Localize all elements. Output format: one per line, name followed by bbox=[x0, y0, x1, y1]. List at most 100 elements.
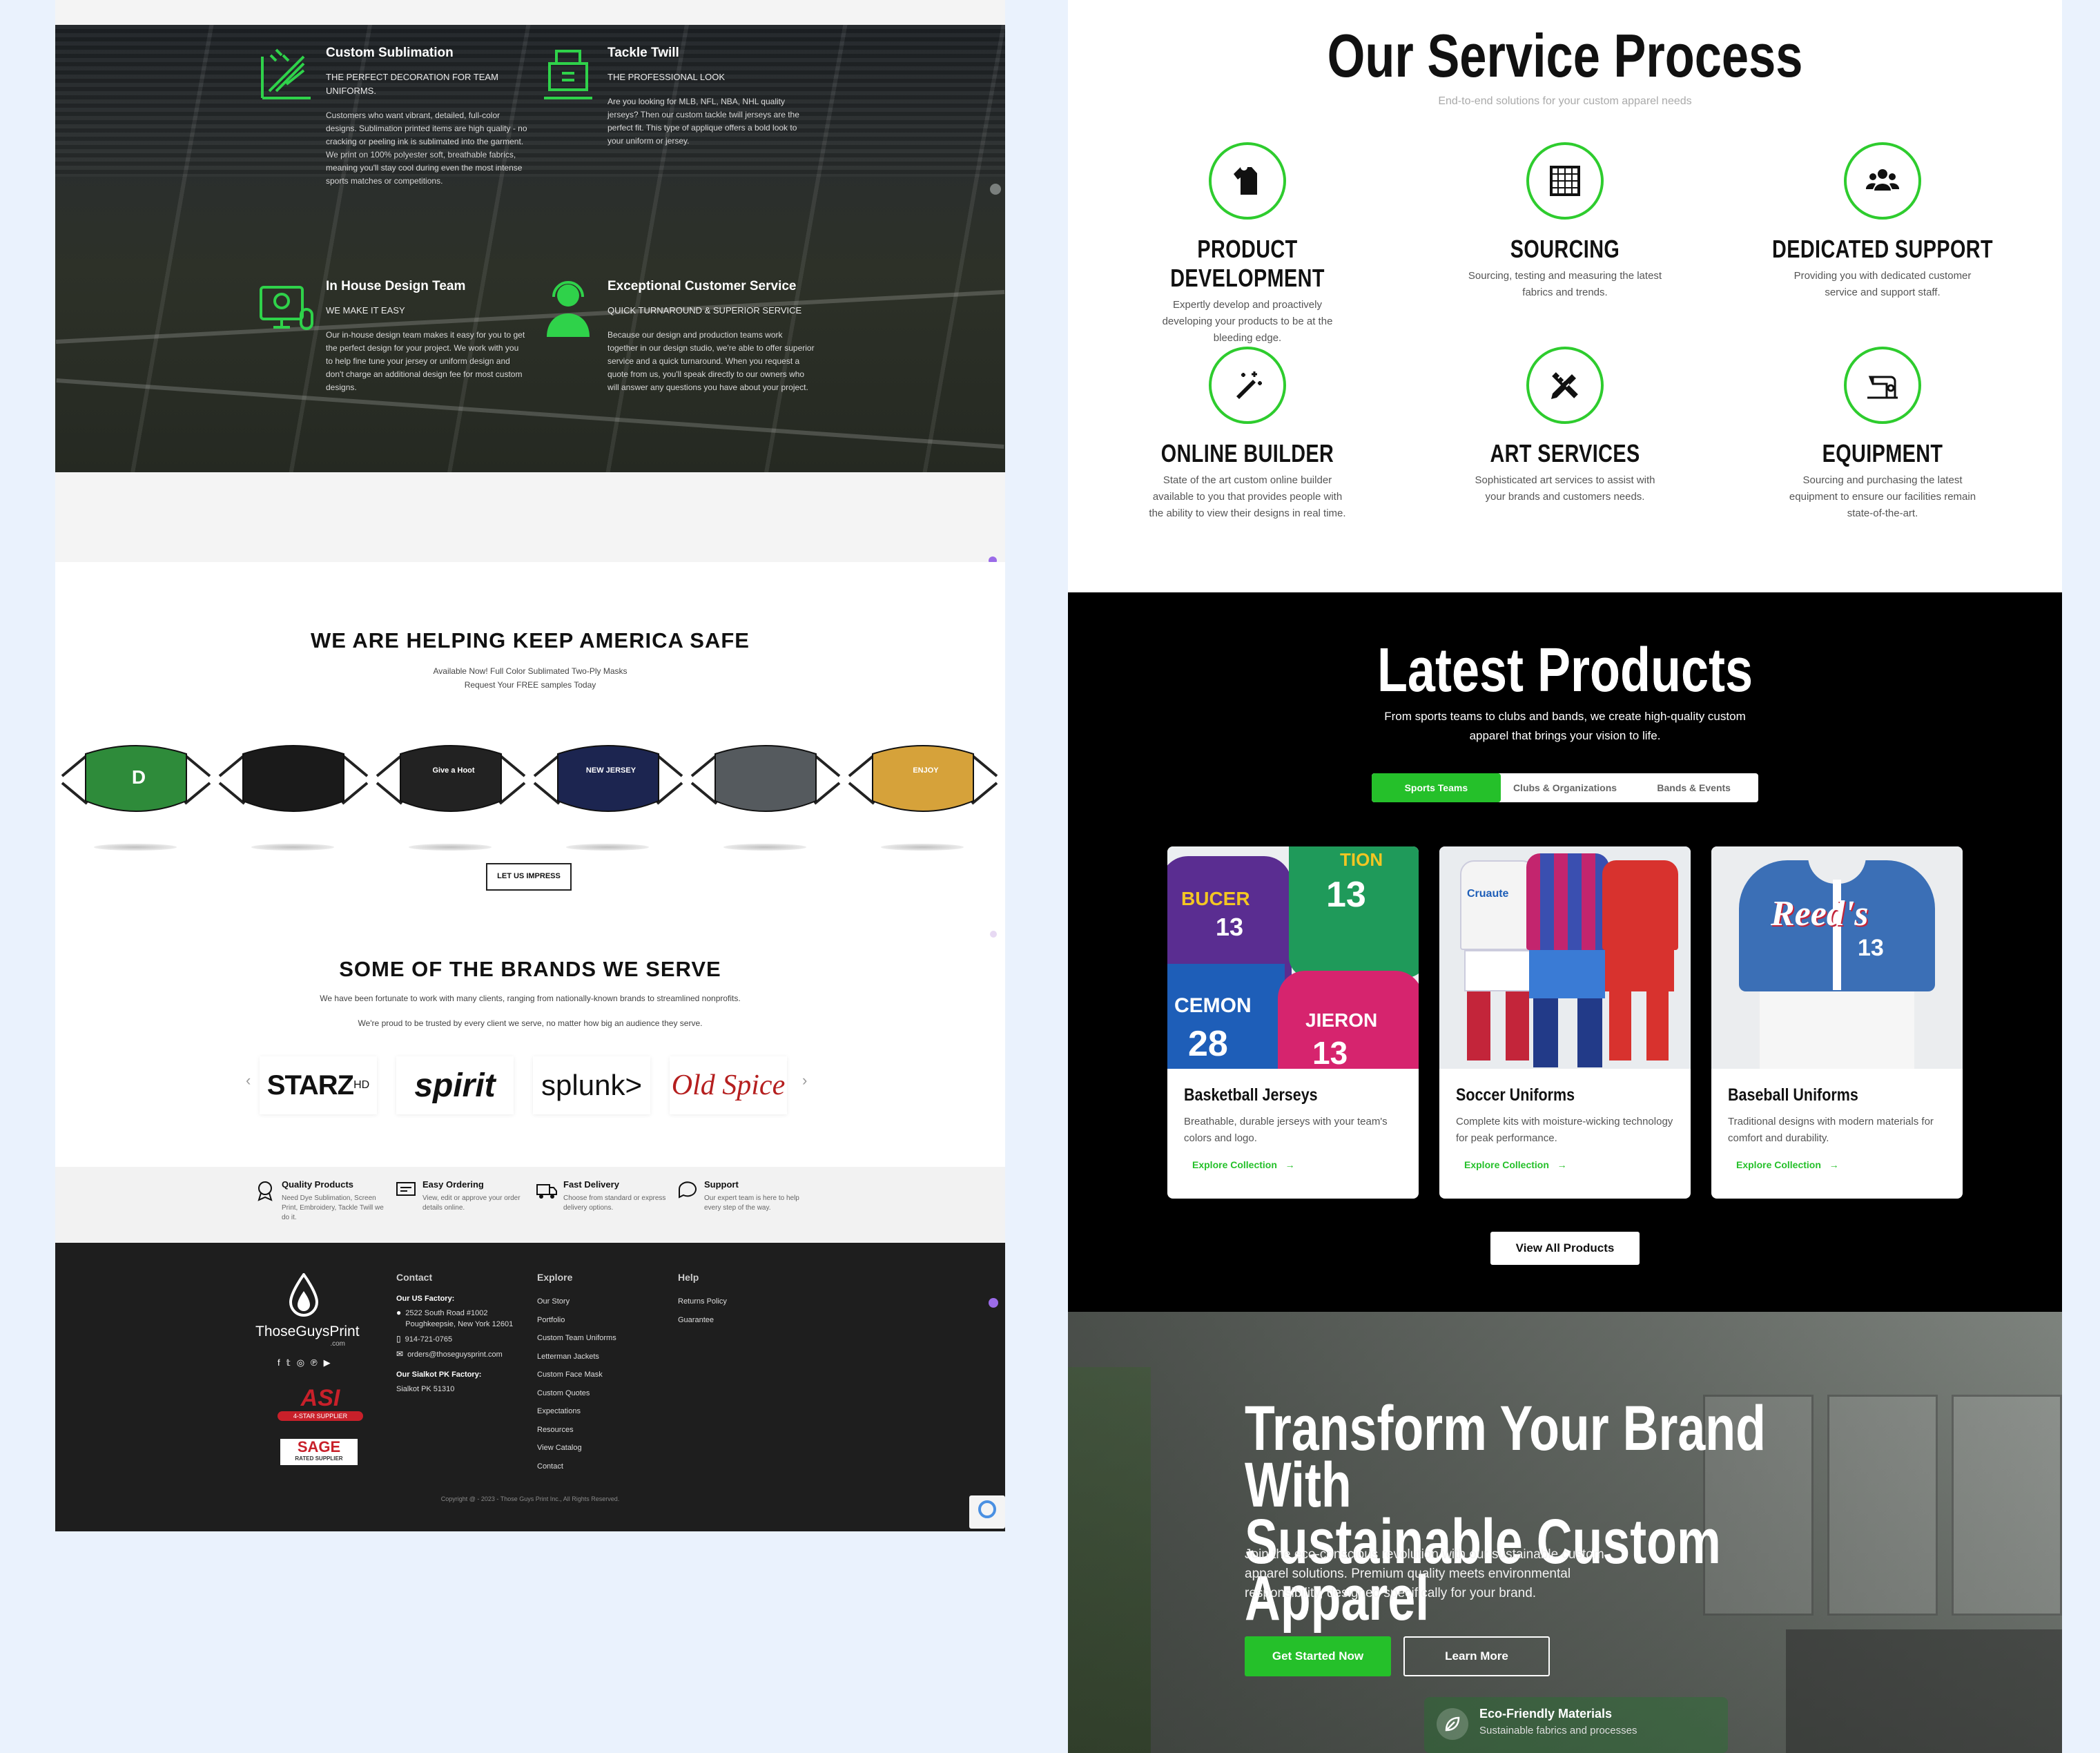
latest-products-section: Latest Products From sports teams to clu… bbox=[1068, 592, 2062, 1312]
delivery-icon bbox=[536, 1184, 557, 1199]
quality-icon bbox=[257, 1181, 273, 1201]
mask-shadow bbox=[881, 844, 964, 851]
footer-explore-link[interactable]: Expectations bbox=[537, 1402, 661, 1421]
brands-prev-arrow[interactable]: ‹ bbox=[246, 1072, 251, 1089]
chat-dot[interactable] bbox=[989, 1298, 998, 1308]
feature-subtitle: THE PROFESSIONAL LOOK bbox=[607, 72, 726, 82]
face-mask-item[interactable] bbox=[689, 728, 842, 859]
footer-explore-link[interactable]: View Catalog bbox=[537, 1439, 661, 1457]
footer-email[interactable]: orders@thoseguysprint.com bbox=[407, 1349, 503, 1360]
face-mask-item[interactable] bbox=[217, 728, 370, 859]
facebook-icon[interactable]: f bbox=[278, 1357, 280, 1368]
instagram-icon[interactable]: ◎ bbox=[297, 1357, 304, 1368]
card-text: Breathable, durable jerseys with your te… bbox=[1184, 1116, 1388, 1144]
footer-explore-link[interactable]: Custom Team Uniforms bbox=[537, 1329, 661, 1348]
face-mask-item[interactable]: D bbox=[59, 728, 213, 859]
eco-badge-title: Eco-Friendly Materials bbox=[1479, 1707, 1613, 1721]
footer-logo: ThoseGuysPrint .com bbox=[255, 1272, 360, 1348]
service-text: Expertly develop and proactively develop… bbox=[1162, 299, 1333, 344]
feature-text: Our in-house design team makes it easy f… bbox=[326, 330, 525, 392]
mask-shadow bbox=[723, 844, 806, 851]
let-us-impress-button[interactable]: LET US IMPRESS bbox=[486, 863, 572, 891]
pencil-ruler-icon bbox=[1551, 372, 1578, 399]
ordering-icon bbox=[396, 1182, 416, 1196]
field-line bbox=[56, 378, 1004, 449]
feature-subtitle: WE MAKE IT EASY bbox=[326, 305, 405, 316]
baseball-uniforms-image: Reed's 13 bbox=[1711, 846, 1963, 1069]
masks-title: WE ARE HELPING KEEP AMERICA SAFE bbox=[311, 628, 750, 652]
perk-item: Support Our expert team is here to help e… bbox=[677, 1179, 808, 1213]
customer-service-icon bbox=[547, 281, 590, 337]
product-card-soccer[interactable]: Cruaute Soccer Uniforms Complete kits wi… bbox=[1439, 846, 1691, 1199]
droplet-logo-icon bbox=[289, 1272, 319, 1317]
face-mask-item[interactable]: ENJOY bbox=[846, 728, 1000, 859]
brand-logo-text: spirit bbox=[414, 1067, 496, 1104]
perk-text: View, edit or approve your order details… bbox=[422, 1194, 521, 1212]
footer-explore-link[interactable]: Our Story bbox=[537, 1292, 661, 1311]
brand-starz: STARZ HD bbox=[260, 1056, 377, 1114]
perk-title: Support bbox=[704, 1179, 739, 1190]
footer-explore-link[interactable]: Resources bbox=[537, 1421, 661, 1440]
service-text: State of the art custom online builder a… bbox=[1149, 474, 1346, 519]
feature-text: Customers who want vibrant, detailed, fu… bbox=[326, 110, 527, 186]
service-icon-circle bbox=[1526, 142, 1604, 220]
scroll-dot[interactable] bbox=[990, 184, 1001, 195]
perk-title: Easy Ordering bbox=[422, 1179, 484, 1190]
face-mask-image bbox=[848, 745, 998, 812]
service-icon-circle bbox=[1209, 347, 1286, 424]
explore-collection-link[interactable]: Explore Collection → bbox=[1736, 1159, 1963, 1170]
footer-explore-link[interactable]: Custom Face Mask bbox=[537, 1366, 661, 1384]
card-text: Complete kits with moisture-wicking tech… bbox=[1456, 1116, 1673, 1144]
soccer-uniforms-image: Cruaute bbox=[1439, 846, 1691, 1069]
face-mask-item[interactable]: NEW JERSEY bbox=[532, 728, 685, 859]
service-title: DEDICATED SUPPORT bbox=[1772, 235, 1993, 263]
footer-explore-link[interactable]: Contact bbox=[537, 1457, 661, 1476]
chat-dot[interactable] bbox=[990, 931, 997, 938]
tab-bands-events[interactable]: Bands & Events bbox=[1629, 773, 1758, 802]
brand-logo-text: Old Spice bbox=[671, 1069, 786, 1101]
footer-phone[interactable]: 914-721-0765 bbox=[405, 1334, 453, 1345]
perk-item: Quality Products Need Dye Sublimation, Sc… bbox=[254, 1179, 385, 1223]
service-art-services: ART SERVICES Sophisticated art services … bbox=[1420, 347, 1710, 505]
get-started-button[interactable]: Get Started Now bbox=[1245, 1636, 1391, 1676]
footer-explore-link[interactable]: Portfolio bbox=[537, 1311, 661, 1330]
mask-print-text: Give a Hoot bbox=[432, 766, 475, 775]
brands-next-arrow[interactable]: › bbox=[802, 1072, 807, 1089]
asi-badge: ASI 4-STAR SUPPLIER bbox=[278, 1385, 363, 1426]
arrow-right-icon: → bbox=[1285, 1159, 1295, 1170]
service-icon-circle bbox=[1844, 142, 1921, 220]
masks-section: WE ARE HELPING KEEP AMERICA SAFE Availab… bbox=[55, 562, 1005, 1167]
tab-clubs-organizations[interactable]: Clubs & Organizations bbox=[1501, 773, 1630, 802]
service-title: ART SERVICES bbox=[1490, 439, 1640, 467]
top-strip bbox=[55, 0, 1005, 25]
process-title: Our Service Process bbox=[1327, 21, 1803, 90]
explore-collection-link[interactable]: Explore Collection → bbox=[1192, 1159, 1419, 1170]
perks-bar: Quality Products Need Dye Sublimation, Sc… bbox=[55, 1167, 1005, 1243]
face-mask-image bbox=[690, 745, 841, 812]
fabric-icon bbox=[1550, 166, 1580, 196]
process-subtitle: End-to-end solutions for your custom app… bbox=[1438, 95, 1692, 107]
product-card-basketball[interactable]: BUCER 13 TION 13 CEMON 28 JIERON 13 Bask… bbox=[1167, 846, 1419, 1199]
face-mask-item[interactable]: Give a Hoot bbox=[374, 728, 527, 859]
pinterest-icon[interactable]: ℗ bbox=[311, 1357, 318, 1368]
sewing-machine-icon bbox=[1867, 376, 1898, 399]
product-card-baseball[interactable]: Reed's 13 Baseball Uniforms Traditional … bbox=[1711, 846, 1963, 1199]
service-text: Sourcing and purchasing the latest equip… bbox=[1789, 474, 1976, 519]
footer-explore-link[interactable]: Custom Quotes bbox=[537, 1384, 661, 1403]
footer-explore-link[interactable]: Letterman Jackets bbox=[537, 1348, 661, 1366]
twitter-icon[interactable]: 𝕥 bbox=[286, 1357, 291, 1368]
tab-sports-teams[interactable]: Sports Teams bbox=[1372, 773, 1501, 802]
features-section: Custom Sublimation THE PERFECT DECORATIO… bbox=[55, 25, 1005, 472]
service-sourcing: SOURCING Sourcing, testing and measuring… bbox=[1420, 142, 1710, 301]
learn-more-button[interactable]: Learn More bbox=[1403, 1636, 1550, 1676]
leaf-icon bbox=[1437, 1708, 1468, 1740]
footer-help-link[interactable]: Guarantee bbox=[678, 1311, 802, 1330]
brand-spirit: spirit bbox=[396, 1056, 514, 1114]
view-all-products-button[interactable]: View All Products bbox=[1490, 1232, 1640, 1265]
explore-collection-link[interactable]: Explore Collection → bbox=[1464, 1159, 1691, 1170]
recaptcha-badge[interactable] bbox=[969, 1495, 1005, 1529]
face-mask-image bbox=[533, 745, 683, 812]
footer-help-link[interactable]: Returns Policy bbox=[678, 1292, 802, 1311]
youtube-icon[interactable]: ▶ bbox=[324, 1357, 331, 1368]
mask-shadow bbox=[251, 844, 334, 851]
